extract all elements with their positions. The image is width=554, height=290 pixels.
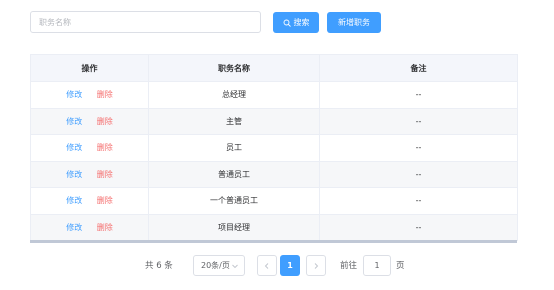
position-name-cell: 一个普通员工 (148, 187, 320, 215)
header-position-name: 职务名称 (148, 54, 320, 82)
position-name-cell: 主管 (148, 107, 320, 135)
remarks-cell: -- (319, 134, 518, 162)
chevron-down-icon (232, 264, 238, 269)
table-header-row: 操作 职务名称 备注 (30, 54, 518, 82)
position-name-cell: 普通员工 (148, 160, 320, 188)
edit-link[interactable]: 修改 (66, 170, 82, 179)
actions-cell: 修改 删除 (30, 81, 149, 109)
actions-cell: 修改 删除 (30, 134, 149, 162)
table-row: 修改 删除 普通员工 -- (30, 160, 518, 188)
actions-cell: 修改 删除 (30, 107, 149, 135)
delete-link[interactable]: 删除 (97, 196, 113, 205)
add-position-button-label: 新增职务 (338, 18, 370, 27)
search-icon (283, 19, 291, 27)
remarks-cell: -- (319, 107, 518, 135)
edit-link[interactable]: 修改 (66, 117, 82, 126)
remarks-cell: -- (319, 187, 518, 215)
edit-link[interactable]: 修改 (66, 143, 82, 152)
horizontal-scrollbar[interactable] (30, 240, 517, 243)
table-row: 修改 删除 项目经理 -- (30, 213, 518, 241)
page-size-value: 20条/页 (201, 261, 230, 270)
delete-link[interactable]: 删除 (97, 90, 113, 99)
table-row: 修改 删除 主管 -- (30, 107, 518, 135)
prev-page-button[interactable] (257, 255, 277, 276)
goto-label: 前往 (340, 261, 358, 271)
edit-link[interactable]: 修改 (66, 196, 82, 205)
position-name-cell: 项目经理 (148, 213, 320, 241)
actions-cell: 修改 删除 (30, 187, 149, 215)
page-size-select[interactable]: 20条/页 (193, 255, 245, 276)
position-name-cell: 总经理 (148, 81, 320, 109)
search-button-label: 搜索 (293, 18, 310, 27)
header-actions: 操作 (30, 54, 149, 82)
chevron-left-icon (264, 262, 269, 269)
next-page-button[interactable] (306, 255, 326, 276)
actions-cell: 修改 删除 (30, 160, 149, 188)
remarks-cell: -- (319, 213, 518, 241)
table-row: 修改 删除 一个普通员工 -- (30, 187, 518, 215)
goto-unit: 页 (396, 261, 405, 271)
delete-link[interactable]: 删除 (97, 223, 113, 232)
search-input[interactable] (30, 11, 261, 33)
remarks-cell: -- (319, 81, 518, 109)
edit-link[interactable]: 修改 (66, 223, 82, 232)
goto-page-input[interactable] (363, 255, 391, 276)
page-number-button[interactable]: 1 (280, 255, 300, 276)
positions-table: 操作 职务名称 备注 修改 删除 总经理 -- 修改 删除 主管 -- 修改 删… (30, 54, 518, 241)
table-row: 修改 删除 员工 -- (30, 134, 518, 162)
chevron-right-icon (314, 262, 319, 269)
edit-link[interactable]: 修改 (66, 90, 82, 99)
search-button[interactable]: 搜索 (273, 12, 319, 33)
actions-cell: 修改 删除 (30, 213, 149, 241)
delete-link[interactable]: 删除 (97, 143, 113, 152)
add-position-button[interactable]: 新增职务 (327, 12, 381, 33)
header-remarks: 备注 (319, 54, 518, 82)
pagination-total: 共 6 条 (145, 261, 173, 271)
delete-link[interactable]: 删除 (97, 117, 113, 126)
table-row: 修改 删除 总经理 -- (30, 81, 518, 109)
position-name-cell: 员工 (148, 134, 320, 162)
remarks-cell: -- (319, 160, 518, 188)
delete-link[interactable]: 删除 (97, 170, 113, 179)
